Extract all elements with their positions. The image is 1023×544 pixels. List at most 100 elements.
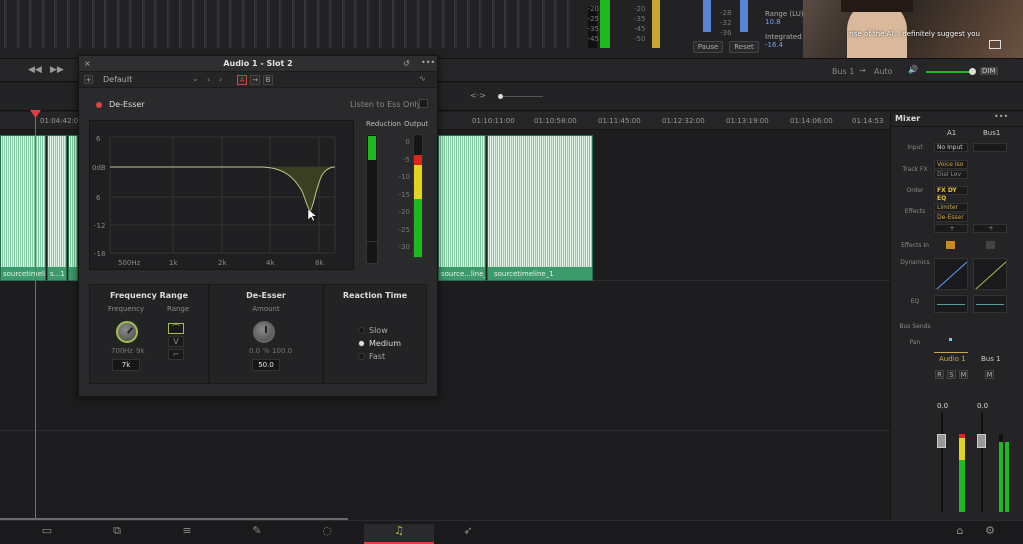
amount-value[interactable]: 50.0 [252, 359, 280, 371]
effect-slot[interactable]: De-Esser [934, 213, 968, 222]
playhead[interactable] [35, 112, 36, 520]
highpass-shape-icon[interactable]: ⌒ [168, 323, 184, 334]
input-selector-bus[interactable] [973, 143, 1007, 152]
zoom-slider-track[interactable] [503, 96, 543, 97]
add-effect-button[interactable]: + [934, 224, 968, 233]
color-page-icon[interactable]: ◌ [317, 524, 337, 540]
listen-label: Listen to Ess Only [350, 100, 422, 109]
pause-button[interactable]: Pause [693, 41, 723, 53]
preset-dropdown[interactable]: Default [103, 75, 132, 84]
speaker-icon[interactable]: 🔊 [908, 65, 918, 74]
frequency-graph[interactable]: 6 0dB 6 -12 -18 500Hz 1k 2k 4k 8k [89, 120, 354, 270]
mode-label[interactable]: Auto [874, 67, 893, 76]
cut-page-icon[interactable]: ⧉ [107, 524, 127, 540]
music-note-icon[interactable]: ♫ [389, 524, 409, 540]
channel-meter [341, 0, 345, 48]
effect-slot[interactable]: Limiter [934, 203, 968, 212]
ruler-tick: 01:13:19:00 [726, 117, 769, 125]
pip-icon[interactable] [989, 40, 1001, 49]
shelf-shape-icon[interactable]: ⌐ [168, 349, 184, 360]
graph-svg [109, 136, 336, 254]
clip-label: source...line_1 [441, 270, 485, 278]
compare-a-button[interactable]: A [237, 75, 247, 85]
media-page-icon[interactable]: ▭ [37, 524, 57, 540]
mute-button[interactable]: M [959, 370, 968, 379]
audio-clip[interactable]: s...1 [47, 135, 67, 281]
gear-icon[interactable]: ⚙ [980, 524, 1000, 540]
input-selector[interactable]: No Input [934, 143, 968, 152]
row-label: Pan [909, 339, 921, 346]
ruler-tick: 01:14:06:00 [790, 117, 833, 125]
solo-button[interactable]: S [947, 370, 956, 379]
effects-in-toggle-bus[interactable] [986, 241, 995, 249]
copy-a-to-b-button[interactable]: → [250, 75, 260, 85]
tick: -28 [720, 9, 732, 17]
link-icon[interactable]: ∿ [419, 74, 426, 83]
tick: -20 [634, 5, 646, 13]
bypass-indicator[interactable] [96, 102, 102, 108]
trackfx-slot[interactable]: Dial Lev [934, 170, 968, 179]
audio-clip[interactable] [68, 135, 78, 281]
add-preset-button[interactable]: + [84, 75, 93, 84]
fader-value-a: 0.0 [937, 402, 949, 410]
dynamics-graph-bus[interactable] [973, 258, 1007, 290]
previous-preset-icon[interactable]: ‹ [207, 75, 210, 84]
rewind-icon[interactable]: ◀◀ [28, 65, 42, 75]
bandpass-shape-icon[interactable]: V [168, 336, 184, 347]
fusion-page-icon[interactable]: ✎ [247, 524, 267, 540]
fader-track-bus[interactable] [981, 412, 983, 512]
audio-clip[interactable]: sourcetimeline_1 [487, 135, 593, 281]
eq-graph-bus[interactable] [973, 295, 1007, 313]
more-options-icon[interactable]: ••• [994, 112, 1008, 121]
reset-icon[interactable]: ↺ [403, 59, 410, 68]
next-preset-icon[interactable]: › [219, 75, 222, 84]
fader-handle-b[interactable] [977, 434, 986, 448]
reduction-level [368, 136, 376, 160]
audio-clip[interactable]: sourcetimeline_1 [0, 135, 46, 281]
graph-x-label: 500Hz [118, 259, 141, 267]
edit-page-icon[interactable]: ≡ [177, 524, 197, 540]
forward-icon[interactable]: ▶▶ [50, 65, 64, 75]
trackfx-slot[interactable]: Voice Iso [934, 160, 968, 169]
deliver-page-icon[interactable]: ➶ [458, 524, 478, 540]
volume-slider-handle[interactable] [969, 68, 976, 75]
reaction-radio-fast[interactable] [358, 353, 365, 360]
channel-meter [379, 0, 382, 48]
close-icon[interactable]: × [84, 59, 91, 68]
add-effect-button-bus[interactable]: + [973, 224, 1007, 233]
dynamics-graph[interactable] [934, 258, 968, 290]
eq-graph[interactable] [934, 295, 968, 313]
pan-indicator[interactable] [949, 338, 952, 341]
order-selector[interactable]: FX DY EQ [934, 186, 968, 202]
row-label: Dynamics [900, 259, 930, 266]
reaction-radio-medium[interactable] [358, 340, 365, 347]
frequency-value[interactable]: 7k [112, 359, 140, 371]
plugin-title-bar[interactable]: Audio 1 - Slot 2 [79, 56, 437, 72]
amount-knob[interactable] [253, 321, 275, 343]
listen-checkbox[interactable] [419, 99, 428, 108]
reset-button[interactable]: Reset [729, 41, 759, 53]
frequency-knob[interactable] [116, 321, 138, 343]
channel-meter [216, 0, 220, 48]
audio-clip[interactable]: source...line_1 [438, 135, 486, 281]
meter-bar [600, 0, 610, 48]
zoom-arrows-icon[interactable]: <·> [470, 91, 486, 100]
channel-meter [279, 0, 282, 48]
record-arm-button[interactable]: R [935, 370, 944, 379]
ruler-tick: 01:12:32:00 [662, 117, 705, 125]
volume-slider-track[interactable] [926, 71, 972, 73]
effects-in-toggle[interactable] [946, 241, 955, 249]
dim-button[interactable]: DIM [980, 67, 998, 75]
fader-track[interactable] [941, 412, 943, 512]
channel-meter [404, 0, 407, 48]
fader-handle-a[interactable] [937, 434, 946, 448]
mute-button-bus[interactable]: M [985, 370, 994, 379]
compare-b-button[interactable]: B [263, 75, 273, 85]
reaction-radio-slow[interactable] [358, 327, 365, 334]
home-icon[interactable]: ⌂ [950, 524, 970, 540]
more-options-icon[interactable]: ••• [421, 58, 435, 67]
chevron-down-icon[interactable]: ⌄ [192, 74, 199, 83]
channel-meter [479, 0, 482, 48]
channel-meter [266, 0, 270, 48]
meter-green [999, 442, 1003, 512]
